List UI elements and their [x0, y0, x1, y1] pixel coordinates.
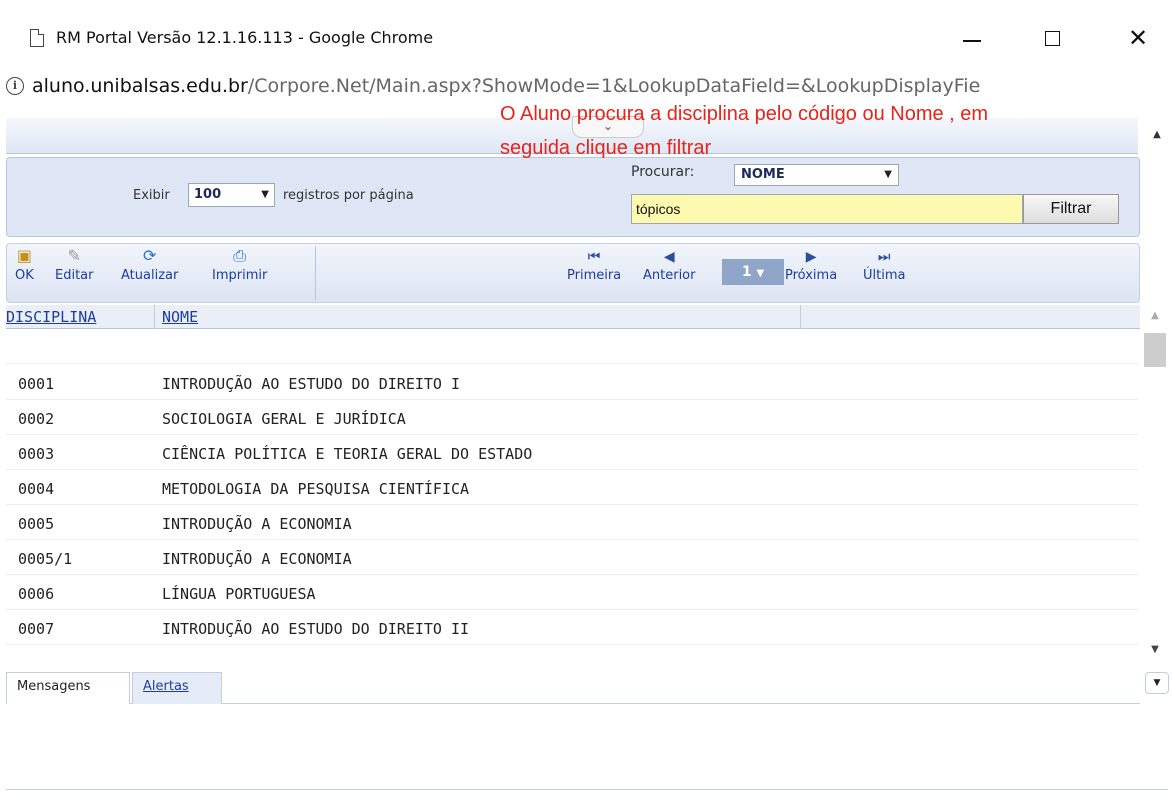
printer-icon: ⎙ [233, 246, 247, 265]
url-text[interactable]: aluno.unibalsas.edu.br/Corpore.Net/Main.… [32, 75, 980, 97]
previous-page-icon: ◀ [663, 249, 675, 265]
table-row[interactable]: 0002 SOCIOLOGIA GERAL E JURÍDICA [6, 401, 1138, 435]
discipline-name: SOCIOLOGIA GERAL E JURÍDICA [162, 410, 406, 428]
message-tabs: Mensagens Alertas [6, 668, 1140, 704]
annotation-line-1: O Aluno procura a disciplina pelo código… [500, 103, 989, 125]
refresh-label: Atualizar [121, 268, 179, 283]
discipline-code: 0004 [18, 480, 55, 498]
print-label: Imprimir [212, 268, 268, 283]
page-number: 1 [741, 264, 752, 280]
refresh-button[interactable]: ⟳ Atualizar [121, 246, 178, 283]
annotation-line-2: seguida clique em filtrar [500, 137, 712, 159]
discipline-code: 0003 [18, 445, 55, 463]
table-row[interactable]: 0005/1 INTRODUÇÃO A ECONOMIA [6, 541, 1138, 575]
per-page-suffix: registros por página [283, 188, 414, 203]
grid-scrollbar[interactable]: ▲ ▼ [1140, 305, 1170, 661]
divider [6, 789, 1168, 790]
procurar-label: Procurar: [631, 164, 695, 180]
print-button[interactable]: ⎙ Imprimir [212, 246, 267, 283]
close-button[interactable]: ✕ [1118, 22, 1158, 54]
last-page-label: Última [863, 268, 906, 283]
grid-body: 0001 INTRODUÇÃO AO ESTUDO DO DIREITO I 00… [6, 330, 1138, 660]
edit-icon: ✎ [67, 246, 81, 265]
next-page-button[interactable]: ▶ Próxima [785, 246, 837, 283]
discipline-name: INTRODUÇÃO A ECONOMIA [162, 550, 352, 568]
search-input[interactable]: tópicos [631, 194, 1023, 224]
per-page-select[interactable]: 100 ▼ [188, 183, 275, 207]
discipline-name: INTRODUÇÃO AO ESTUDO DO DIREITO II [162, 620, 470, 638]
edit-button[interactable]: ✎ Editar [55, 246, 94, 283]
save-icon: ▣ [16, 246, 32, 265]
discipline-code: 0006 [18, 585, 55, 603]
table-row[interactable]: 0006 LÍNGUA PORTUGUESA [6, 576, 1138, 610]
table-row[interactable]: 0007 INTRODUÇÃO AO ESTUDO DO DIREITO II [6, 611, 1138, 645]
per-page-value: 100 [194, 187, 222, 202]
table-row[interactable]: 0005 INTRODUÇÃO A ECONOMIA [6, 506, 1138, 540]
next-page-icon: ▶ [805, 249, 817, 265]
table-row[interactable]: 0004 METODOLOGIA DA PESQUISA CIENTÍFICA [6, 471, 1138, 505]
minimize-button[interactable] [952, 22, 992, 54]
last-page-button[interactable]: ⏭ Última [863, 246, 905, 283]
grid-header: DISCIPLINA NOME [6, 305, 1140, 329]
discipline-name: INTRODUÇÃO AO ESTUDO DO DIREITO I [162, 375, 461, 393]
table-row[interactable]: 0001 INTRODUÇÃO AO ESTUDO DO DIREITO I [6, 366, 1138, 400]
dropdown-arrow-icon: ▼ [884, 169, 892, 180]
discipline-code: 0002 [18, 410, 55, 428]
page-select[interactable]: 1 ▼ [722, 259, 784, 285]
exibir-label: Exibir [133, 188, 170, 203]
window-title: RM Portal Versão 12.1.16.113 - Google Ch… [56, 28, 434, 47]
ok-label: OK [15, 268, 34, 283]
table-row-empty [6, 330, 1138, 364]
first-page-button[interactable]: ⏮ Primeira [567, 246, 621, 283]
previous-page-label: Anterior [643, 268, 696, 283]
search-field-value: NOME [741, 167, 785, 182]
address-bar[interactable]: i aluno.unibalsas.edu.br/Corpore.Net/Mai… [0, 70, 1172, 106]
tab-alertas[interactable]: Alertas [132, 672, 222, 704]
discipline-name: METODOLOGIA DA PESQUISA CIENTÍFICA [162, 480, 470, 498]
refresh-icon: ⟳ [142, 246, 157, 265]
edit-label: Editar [55, 268, 94, 283]
scroll-up-icon[interactable]: ▲ [1140, 305, 1170, 327]
last-page-icon: ⏭ [877, 249, 891, 265]
discipline-name: INTRODUÇÃO A ECONOMIA [162, 515, 352, 533]
first-page-icon: ⏮ [587, 249, 601, 265]
chevron-down-icon[interactable]: ▼ [1145, 672, 1169, 694]
tab-mensagens[interactable]: Mensagens [6, 672, 130, 704]
discipline-name: CIÊNCIA POLÍTICA E TEORIA GERAL DO ESTAD… [162, 445, 533, 463]
column-header-disciplina[interactable]: DISCIPLINA [6, 308, 96, 326]
url-host: aluno.unibalsas.edu.br [32, 75, 248, 97]
column-divider [800, 305, 801, 329]
table-row[interactable]: 0003 CIÊNCIA POLÍTICA E TEORIA GERAL DO E… [6, 436, 1138, 470]
discipline-code: 0005 [18, 515, 55, 533]
first-page-label: Primeira [567, 268, 622, 283]
column-header-nome[interactable]: NOME [162, 308, 198, 326]
toolbar-separator [315, 246, 316, 300]
page-icon [30, 29, 44, 47]
discipline-code: 0007 [18, 620, 55, 638]
filter-panel: Exibir 100 ▼ registros por página Procur… [6, 157, 1140, 237]
discipline-code: 0001 [18, 375, 55, 393]
toolbar: ▣ OK ✎ Editar ⟳ Atualizar ⎙ Imprimir ⏮ P… [6, 243, 1140, 303]
url-path: /Corpore.Net/Main.aspx?ShowMode=1&Lookup… [247, 75, 981, 97]
ok-button[interactable]: ▣ OK [15, 246, 34, 283]
scroll-up-icon[interactable]: ▲ [1145, 124, 1169, 146]
next-page-label: Próxima [785, 268, 838, 283]
window-titlebar: RM Portal Versão 12.1.16.113 - Google Ch… [0, 0, 1172, 78]
info-icon[interactable]: i [6, 77, 24, 95]
discipline-name: LÍNGUA PORTUGUESA [162, 585, 316, 603]
scroll-down-icon[interactable]: ▼ [1140, 639, 1170, 661]
close-icon: ✕ [1127, 24, 1149, 52]
filter-button[interactable]: Filtrar [1023, 194, 1119, 224]
dropdown-arrow-icon: ▼ [756, 268, 765, 279]
column-divider [154, 305, 155, 329]
minimize-icon [963, 40, 981, 42]
maximize-icon [1044, 30, 1060, 46]
dropdown-arrow-icon: ▼ [261, 189, 269, 200]
maximize-button[interactable] [1032, 22, 1072, 54]
search-field-select[interactable]: NOME ▼ [734, 164, 899, 186]
discipline-code: 0005/1 [18, 550, 73, 568]
scrollbar-thumb[interactable] [1144, 333, 1166, 367]
previous-page-button[interactable]: ◀ Anterior [643, 246, 695, 283]
